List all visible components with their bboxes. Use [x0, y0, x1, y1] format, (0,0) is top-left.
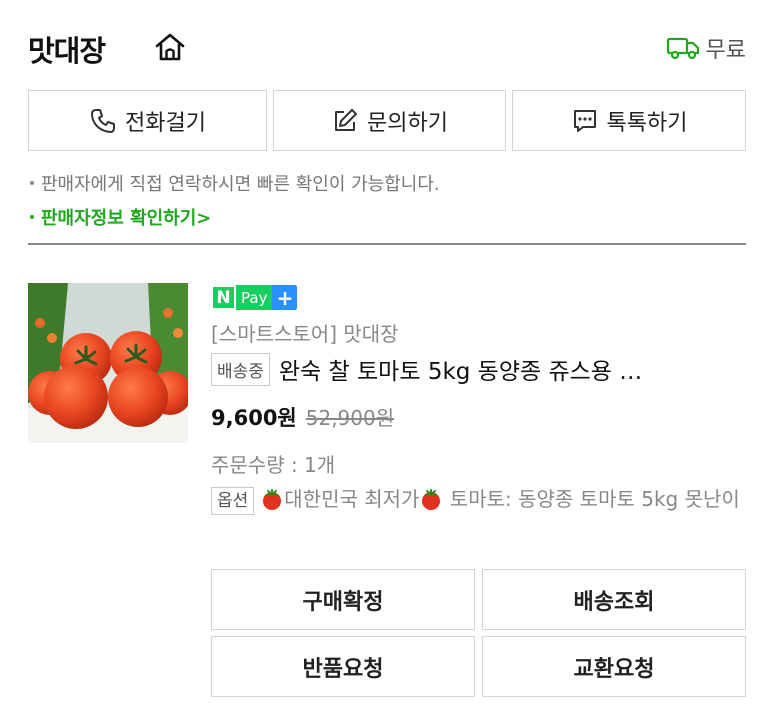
- store-name[interactable]: 맛대장: [28, 28, 106, 70]
- home-icon[interactable]: [154, 32, 186, 62]
- notice-text: 판매자에게 직접 연락하시면 빠른 확인이 가능합니다.: [41, 174, 440, 195]
- option-text-part1: 대한민국 최저가: [284, 487, 420, 511]
- price-row: 9,600원 52,900원: [211, 402, 394, 432]
- sale-price: 9,600원: [211, 406, 297, 430]
- truck-icon: [666, 37, 699, 60]
- talk-label: 톡톡하기: [606, 110, 688, 136]
- npay-plus: +: [272, 285, 298, 310]
- return-request-button[interactable]: 반품요청: [211, 636, 475, 697]
- order-quantity: 주문수량 : 1개: [211, 453, 336, 477]
- call-label: 전화걸기: [125, 110, 206, 136]
- product-title: 완숙 찰 토마토 5kg 동양종 쥬스용 …: [278, 359, 643, 385]
- store-header: 맛대장 무료: [28, 26, 746, 68]
- npay-logo: N: [211, 285, 237, 310]
- section-divider: [28, 243, 746, 245]
- option-text-part2: 토마토: 동양종 토마토 5kg 못난이: [443, 487, 740, 511]
- tomato-icon: [422, 489, 441, 510]
- shipping-info: 무료: [666, 32, 746, 64]
- npay-text: Pay: [236, 285, 273, 310]
- call-button[interactable]: 전화걸기: [28, 90, 267, 151]
- product-title-row[interactable]: 배송중 완숙 찰 토마토 5kg 동양종 쥬스용 …: [211, 352, 746, 386]
- talk-button[interactable]: 톡톡하기: [512, 90, 746, 151]
- delivery-tracking-button[interactable]: 배송조회: [482, 569, 746, 630]
- chat-icon: [573, 109, 596, 132]
- status-badge: 배송중: [211, 352, 270, 386]
- edit-icon: [335, 108, 358, 131]
- contact-buttons: 전화걸기 문의하기 톡톡하기: [28, 90, 746, 151]
- tomato-icon: [263, 489, 282, 510]
- phone-icon: [91, 108, 116, 133]
- seller-contact-notice: 판매자에게 직접 연락하시면 빠른 확인이 가능합니다.: [30, 170, 440, 196]
- seller-name[interactable]: [스마트스토어] 맛대장: [211, 318, 399, 347]
- seller-info-link[interactable]: 판매자정보 확인하기>: [30, 204, 211, 230]
- exchange-request-button[interactable]: 교환요청: [482, 636, 746, 697]
- original-price: 52,900원: [305, 406, 395, 430]
- order-option: 옵션 대한민국 최저가 토마토: 동양종 토마토 5kg 못난이: [211, 484, 746, 515]
- shipping-label: 무료: [705, 38, 746, 63]
- inquiry-button[interactable]: 문의하기: [273, 90, 506, 151]
- option-badge: 옵션: [211, 487, 255, 515]
- npay-plus-badge: N Pay +: [211, 285, 298, 310]
- order-actions: 구매확정 배송조회 반품요청 교환요청: [211, 569, 746, 697]
- tomato-product-image[interactable]: [28, 283, 188, 443]
- purchase-confirm-button[interactable]: 구매확정: [211, 569, 475, 630]
- inquiry-label: 문의하기: [367, 110, 448, 136]
- seller-info-link-label: 판매자정보 확인하기>: [41, 208, 212, 229]
